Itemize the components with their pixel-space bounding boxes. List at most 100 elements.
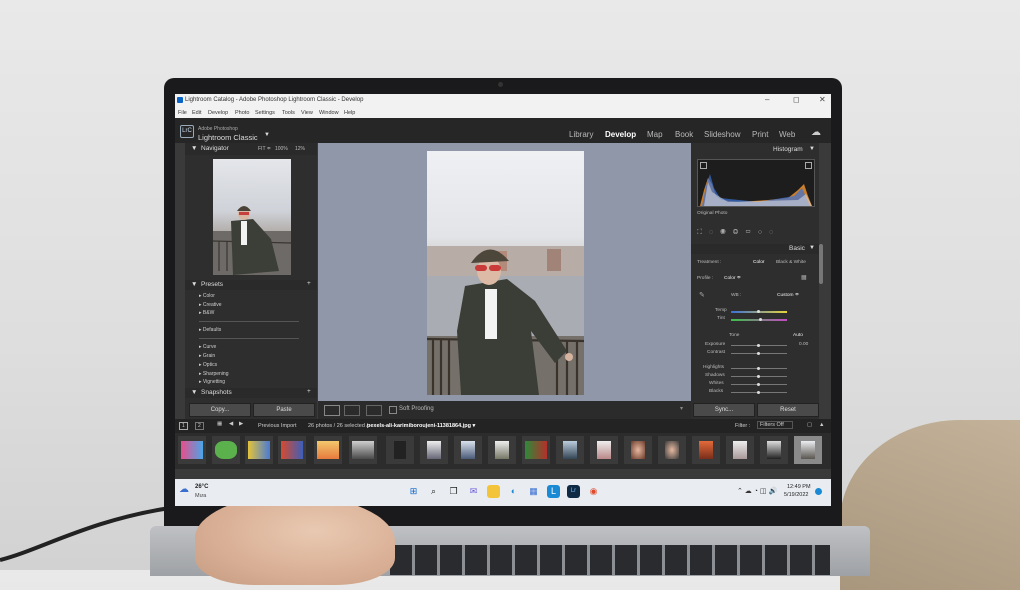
wb-selector-icon[interactable]: ✎: [699, 291, 705, 299]
compare-view-icon[interactable]: [366, 405, 382, 416]
menu-develop[interactable]: Develop: [208, 110, 228, 116]
snapshots-header[interactable]: ▼ Snapshots +: [185, 388, 317, 398]
lock-icon[interactable]: ▢: [807, 422, 812, 428]
file-explorer-icon[interactable]: [487, 485, 500, 498]
store-icon[interactable]: ▦: [527, 485, 540, 498]
film-thumb-selected[interactable]: [794, 436, 822, 464]
treatment-color[interactable]: Color: [753, 260, 764, 265]
brush-icon[interactable]: ◌: [769, 229, 780, 236]
view-2-button[interactable]: 2: [195, 422, 204, 430]
navigator-preview[interactable]: [212, 159, 292, 275]
start-icon[interactable]: ⊞: [407, 485, 420, 498]
film-thumb[interactable]: [692, 436, 720, 464]
film-thumb[interactable]: [590, 436, 618, 464]
module-library[interactable]: Library: [569, 130, 593, 139]
filter-select[interactable]: Filters Off: [757, 421, 793, 429]
clock-date[interactable]: 5/19/2022: [784, 492, 808, 498]
right-panel-scrollbar[interactable]: [819, 244, 823, 284]
film-thumb[interactable]: [212, 436, 240, 464]
before-after-icon[interactable]: [344, 405, 360, 416]
contrast-knob[interactable]: [757, 352, 760, 355]
collapse-icon[interactable]: ▼: [191, 389, 197, 396]
task-view-icon[interactable]: ❐: [447, 485, 460, 498]
weather-temp[interactable]: 26°C: [195, 484, 208, 490]
soft-proofing-checkbox[interactable]: [389, 406, 397, 414]
preset-group-defaults[interactable]: ▸ Defaults: [199, 327, 221, 333]
toolbar-menu-icon[interactable]: ▾: [680, 405, 683, 412]
auto-button[interactable]: Auto: [793, 333, 803, 338]
cloud-icon[interactable]: ☁: [811, 127, 821, 138]
preset-group-curve[interactable]: ▸ Curve: [199, 344, 216, 350]
film-thumb[interactable]: [658, 436, 686, 464]
chrome-icon[interactable]: ◉: [587, 485, 600, 498]
preset-group-grain[interactable]: ▸ Grain: [199, 353, 215, 359]
mask-icon[interactable]: ◉: [720, 229, 733, 236]
film-thumb[interactable]: [386, 436, 414, 464]
film-thumb[interactable]: [556, 436, 584, 464]
film-thumb[interactable]: [314, 436, 342, 464]
menu-photo[interactable]: Photo: [235, 110, 249, 116]
menu-settings[interactable]: Settings: [255, 110, 275, 116]
back-icon[interactable]: ◀: [229, 421, 233, 427]
radial-icon[interactable]: ○: [758, 229, 769, 236]
module-slideshow[interactable]: Slideshow: [704, 130, 740, 139]
weather-icon[interactable]: ☁: [179, 484, 189, 495]
shadow-clipping-icon[interactable]: [700, 162, 707, 169]
film-thumb[interactable]: [454, 436, 482, 464]
film-thumb[interactable]: [726, 436, 754, 464]
basic-header[interactable]: Basic ▼: [691, 244, 819, 254]
zoom-100[interactable]: 100%: [275, 146, 288, 152]
zoom-fit[interactable]: FIT ≑: [258, 146, 271, 152]
collapse-icon[interactable]: ▼: [809, 245, 815, 251]
main-photo[interactable]: [427, 151, 584, 395]
profile-select[interactable]: Color ≑: [724, 276, 741, 281]
highlight-clipping-icon[interactable]: [805, 162, 812, 169]
preset-group-sharpening[interactable]: ▸ Sharpening: [199, 371, 228, 377]
collapse-icon[interactable]: ▼: [809, 146, 815, 152]
minimize-button[interactable]: –: [765, 95, 769, 104]
gradient-icon[interactable]: ▭: [745, 229, 758, 236]
menu-help[interactable]: Help: [344, 110, 355, 116]
module-develop[interactable]: Develop: [605, 130, 636, 139]
presets-header[interactable]: ▼ Presets +: [185, 280, 317, 290]
exposure-value[interactable]: 0.00: [799, 342, 808, 347]
close-button[interactable]: ✕: [819, 95, 826, 104]
add-snapshot-icon[interactable]: +: [307, 388, 311, 395]
app-icon[interactable]: L: [547, 485, 560, 498]
exposure-knob[interactable]: [757, 344, 760, 347]
preset-group-vignetting[interactable]: ▸ Vignetting: [199, 379, 225, 385]
paste-button[interactable]: Paste: [253, 403, 315, 417]
reset-button[interactable]: Reset: [757, 403, 819, 417]
selected-filename[interactable]: pexels-ali-karimiboroujeni-11381864.jpg …: [367, 423, 475, 429]
copy-button[interactable]: Copy...: [189, 403, 251, 417]
crop-icon[interactable]: ⛶: [697, 229, 709, 236]
menu-tools[interactable]: Tools: [282, 110, 295, 116]
whites-knob[interactable]: [757, 383, 760, 386]
sync-button[interactable]: Sync...: [693, 403, 755, 417]
menu-edit[interactable]: Edit: [192, 110, 201, 116]
add-preset-icon[interactable]: +: [307, 280, 311, 287]
tint-knob[interactable]: [759, 318, 762, 321]
module-web[interactable]: Web: [779, 130, 795, 139]
film-thumb[interactable]: [624, 436, 652, 464]
loupe-view-icon[interactable]: [324, 405, 340, 416]
film-thumb[interactable]: [760, 436, 788, 464]
temp-knob[interactable]: [757, 310, 760, 313]
lightroom-taskbar-icon[interactable]: Lr: [567, 485, 580, 498]
module-map[interactable]: Map: [647, 130, 663, 139]
preset-group-optics[interactable]: ▸ Optics: [199, 362, 217, 368]
profile-browser-icon[interactable]: ▦: [801, 274, 807, 281]
preset-group-color[interactable]: ▸ Color: [199, 293, 215, 299]
maximize-button[interactable]: ◻: [793, 95, 800, 104]
navigator-header[interactable]: ▼ Navigator FIT ≑ 100% 12%: [185, 143, 317, 155]
highlights-knob[interactable]: [757, 367, 760, 370]
treatment-bw[interactable]: Black & White: [776, 260, 806, 265]
blacks-knob[interactable]: [757, 391, 760, 394]
image-canvas[interactable]: [318, 143, 691, 401]
menu-view[interactable]: View: [301, 110, 313, 116]
collapse-icon[interactable]: ▼: [191, 145, 197, 152]
preset-group-creative[interactable]: ▸ Creative: [199, 302, 222, 308]
search-icon[interactable]: ⌕: [427, 485, 440, 498]
redeye-icon[interactable]: ◎: [733, 229, 746, 236]
module-book[interactable]: Book: [675, 130, 693, 139]
